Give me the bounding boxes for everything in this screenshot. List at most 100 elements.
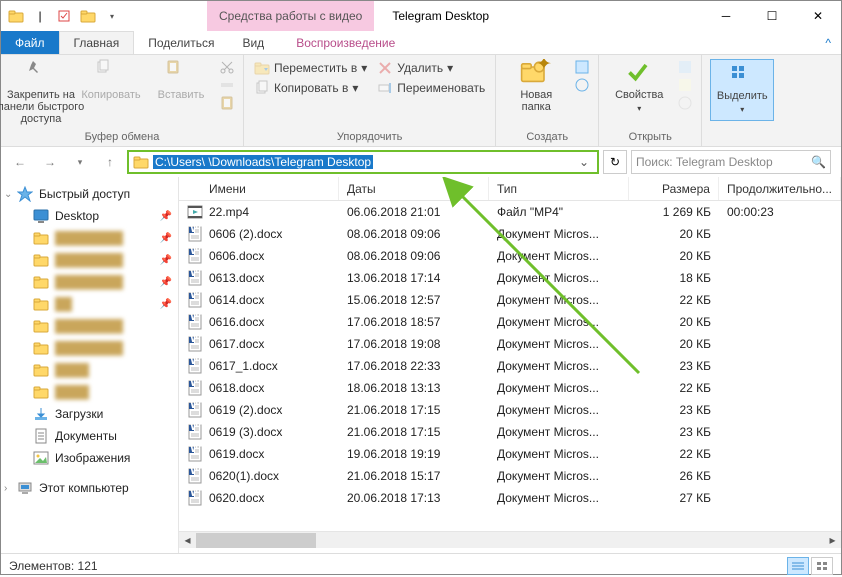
refresh-button[interactable]: ↻: [603, 150, 627, 174]
tab-playback[interactable]: Воспроизведение: [282, 31, 409, 54]
file-name: 0614.docx: [209, 293, 264, 307]
col-duration[interactable]: Продолжительно...: [719, 177, 841, 200]
file-type: Документ Micros...: [489, 293, 629, 307]
easy-access-icon[interactable]: [574, 77, 590, 93]
file-type: Документ Micros...: [489, 447, 629, 461]
copy-button[interactable]: Копировать: [79, 59, 143, 101]
file-row[interactable]: 0620.docx20.06.2018 17:13Документ Micros…: [179, 487, 841, 509]
nav-back-button[interactable]: ←: [7, 150, 33, 174]
move-to-button[interactable]: Переместить в ▾: [252, 59, 369, 77]
history-icon[interactable]: [677, 95, 693, 111]
file-type: Документ Micros...: [489, 337, 629, 351]
sidebar-item[interactable]: ██📌: [1, 293, 178, 315]
file-row[interactable]: 0613.docx13.06.2018 17:14Документ Micros…: [179, 267, 841, 289]
file-name: 0617_1.docx: [209, 359, 278, 373]
edit-icon[interactable]: [677, 77, 693, 93]
tab-view[interactable]: Вид: [228, 31, 278, 54]
scroll-right-icon[interactable]: ▸: [824, 533, 841, 547]
search-icon[interactable]: 🔍: [811, 155, 826, 169]
col-size[interactable]: Размера: [629, 177, 719, 200]
file-row[interactable]: 22.mp406.06.2018 21:01Файл "MP4"1 269 КБ…: [179, 201, 841, 223]
col-date[interactable]: Даты: [339, 177, 489, 200]
qat-dropdown-icon[interactable]: ▾: [101, 5, 123, 27]
file-row[interactable]: 0617_1.docx17.06.2018 22:33Документ Micr…: [179, 355, 841, 377]
file-type: Документ Micros...: [489, 425, 629, 439]
sidebar-item[interactable]: ████████: [1, 337, 178, 359]
app-icon[interactable]: [5, 5, 27, 27]
file-row[interactable]: 0614.docx15.06.2018 12:57Документ Micros…: [179, 289, 841, 311]
qat-folder-icon[interactable]: [77, 5, 99, 27]
sidebar-item[interactable]: ████████📌: [1, 227, 178, 249]
file-date: 17.06.2018 18:57: [339, 315, 489, 329]
sidebar-item[interactable]: ████████📌: [1, 271, 178, 293]
file-row[interactable]: 0606 (2).docx08.06.2018 09:06Документ Mi…: [179, 223, 841, 245]
ribbon-group-clipboard: Закрепить на панели быстрого доступа Коп…: [1, 55, 244, 146]
paste-shortcut-icon[interactable]: [219, 95, 235, 111]
nav-up-button[interactable]: ↑: [97, 150, 123, 174]
tab-home[interactable]: Главная: [59, 31, 135, 54]
col-type[interactable]: Тип: [489, 177, 629, 200]
file-row[interactable]: 0606.docx08.06.2018 09:06Документ Micros…: [179, 245, 841, 267]
file-type: Документ Micros...: [489, 403, 629, 417]
select-button[interactable]: Выделить▾: [710, 59, 774, 121]
sidebar-documents[interactable]: Документы: [1, 425, 178, 447]
new-item-icon[interactable]: [574, 59, 590, 75]
file-type: Документ Micros...: [489, 469, 629, 483]
file-icon: [187, 380, 203, 396]
file-name: 0619 (2).docx: [209, 403, 282, 417]
file-size: 26 КБ: [629, 469, 719, 483]
tab-share[interactable]: Поделиться: [134, 31, 228, 54]
sidebar-quick-access[interactable]: ⌄ Быстрый доступ: [1, 183, 178, 205]
file-row[interactable]: 0616.docx17.06.2018 18:57Документ Micros…: [179, 311, 841, 333]
properties-button[interactable]: Свойства▾: [607, 59, 671, 115]
file-icon: [187, 314, 203, 330]
address-bar[interactable]: C:\Users\ \Downloads\Telegram Desktop ⌄: [127, 150, 599, 174]
cut-icon[interactable]: [219, 59, 235, 75]
file-row[interactable]: 0619.docx19.06.2018 19:19Документ Micros…: [179, 443, 841, 465]
horizontal-scrollbar[interactable]: ◂ ▸: [179, 531, 841, 548]
sidebar-item[interactable]: ████: [1, 381, 178, 403]
download-icon: [33, 406, 49, 422]
search-box[interactable]: Поиск: Telegram Desktop 🔍: [631, 150, 831, 174]
paste-button[interactable]: Вставить: [149, 59, 213, 101]
sidebar-this-pc[interactable]: › Этот компьютер: [1, 477, 178, 499]
file-row[interactable]: 0620(1).docx21.06.2018 15:17Документ Mic…: [179, 465, 841, 487]
view-large-icons-button[interactable]: [811, 557, 833, 575]
delete-button[interactable]: Удалить ▾: [375, 59, 487, 77]
file-type: Документ Micros...: [489, 271, 629, 285]
qat-properties-icon[interactable]: [53, 5, 75, 27]
address-dropdown-icon[interactable]: ⌄: [575, 155, 593, 169]
scroll-left-icon[interactable]: ◂: [179, 533, 196, 547]
tab-file[interactable]: Файл: [1, 31, 59, 54]
maximize-button[interactable]: ☐: [749, 1, 795, 31]
title-bar: | ▾ Средства работы с видео Telegram Des…: [1, 1, 841, 31]
sidebar-desktop[interactable]: Desktop 📌: [1, 205, 178, 227]
view-details-button[interactable]: [787, 557, 809, 575]
nav-history-dropdown[interactable]: ▾: [67, 150, 93, 174]
copy-path-icon[interactable]: [219, 77, 235, 93]
new-folder-button[interactable]: Новая папка: [504, 59, 568, 113]
sidebar-item[interactable]: ████████📌: [1, 249, 178, 271]
file-row[interactable]: 0617.docx17.06.2018 19:08Документ Micros…: [179, 333, 841, 355]
file-size: 22 КБ: [629, 447, 719, 461]
sidebar-pictures[interactable]: Изображения: [1, 447, 178, 469]
scroll-thumb[interactable]: [196, 533, 316, 548]
folder-icon: [33, 318, 49, 334]
sidebar-item[interactable]: ████████: [1, 315, 178, 337]
col-name[interactable]: Имени: [179, 177, 339, 200]
copy-to-button[interactable]: Копировать в ▾: [252, 79, 369, 97]
file-row[interactable]: 0618.docx18.06.2018 13:13Документ Micros…: [179, 377, 841, 399]
sidebar-downloads[interactable]: Загрузки: [1, 403, 178, 425]
close-button[interactable]: ✕: [795, 1, 841, 31]
nav-forward-button[interactable]: →: [37, 150, 63, 174]
pin-to-quick-access-button[interactable]: Закрепить на панели быстрого доступа: [9, 59, 73, 125]
file-row[interactable]: 0619 (3).docx21.06.2018 17:15Документ Mi…: [179, 421, 841, 443]
minimize-button[interactable]: ─: [703, 1, 749, 31]
ribbon-collapse-icon[interactable]: ^: [815, 31, 841, 54]
open-icon[interactable]: [677, 59, 693, 75]
rename-button[interactable]: Переименовать: [375, 79, 487, 97]
file-row[interactable]: 0619 (2).docx21.06.2018 17:15Документ Mi…: [179, 399, 841, 421]
sidebar-item[interactable]: ████: [1, 359, 178, 381]
quick-access-toolbar: | ▾: [1, 1, 127, 31]
address-path[interactable]: C:\Users\ \Downloads\Telegram Desktop: [153, 155, 373, 169]
